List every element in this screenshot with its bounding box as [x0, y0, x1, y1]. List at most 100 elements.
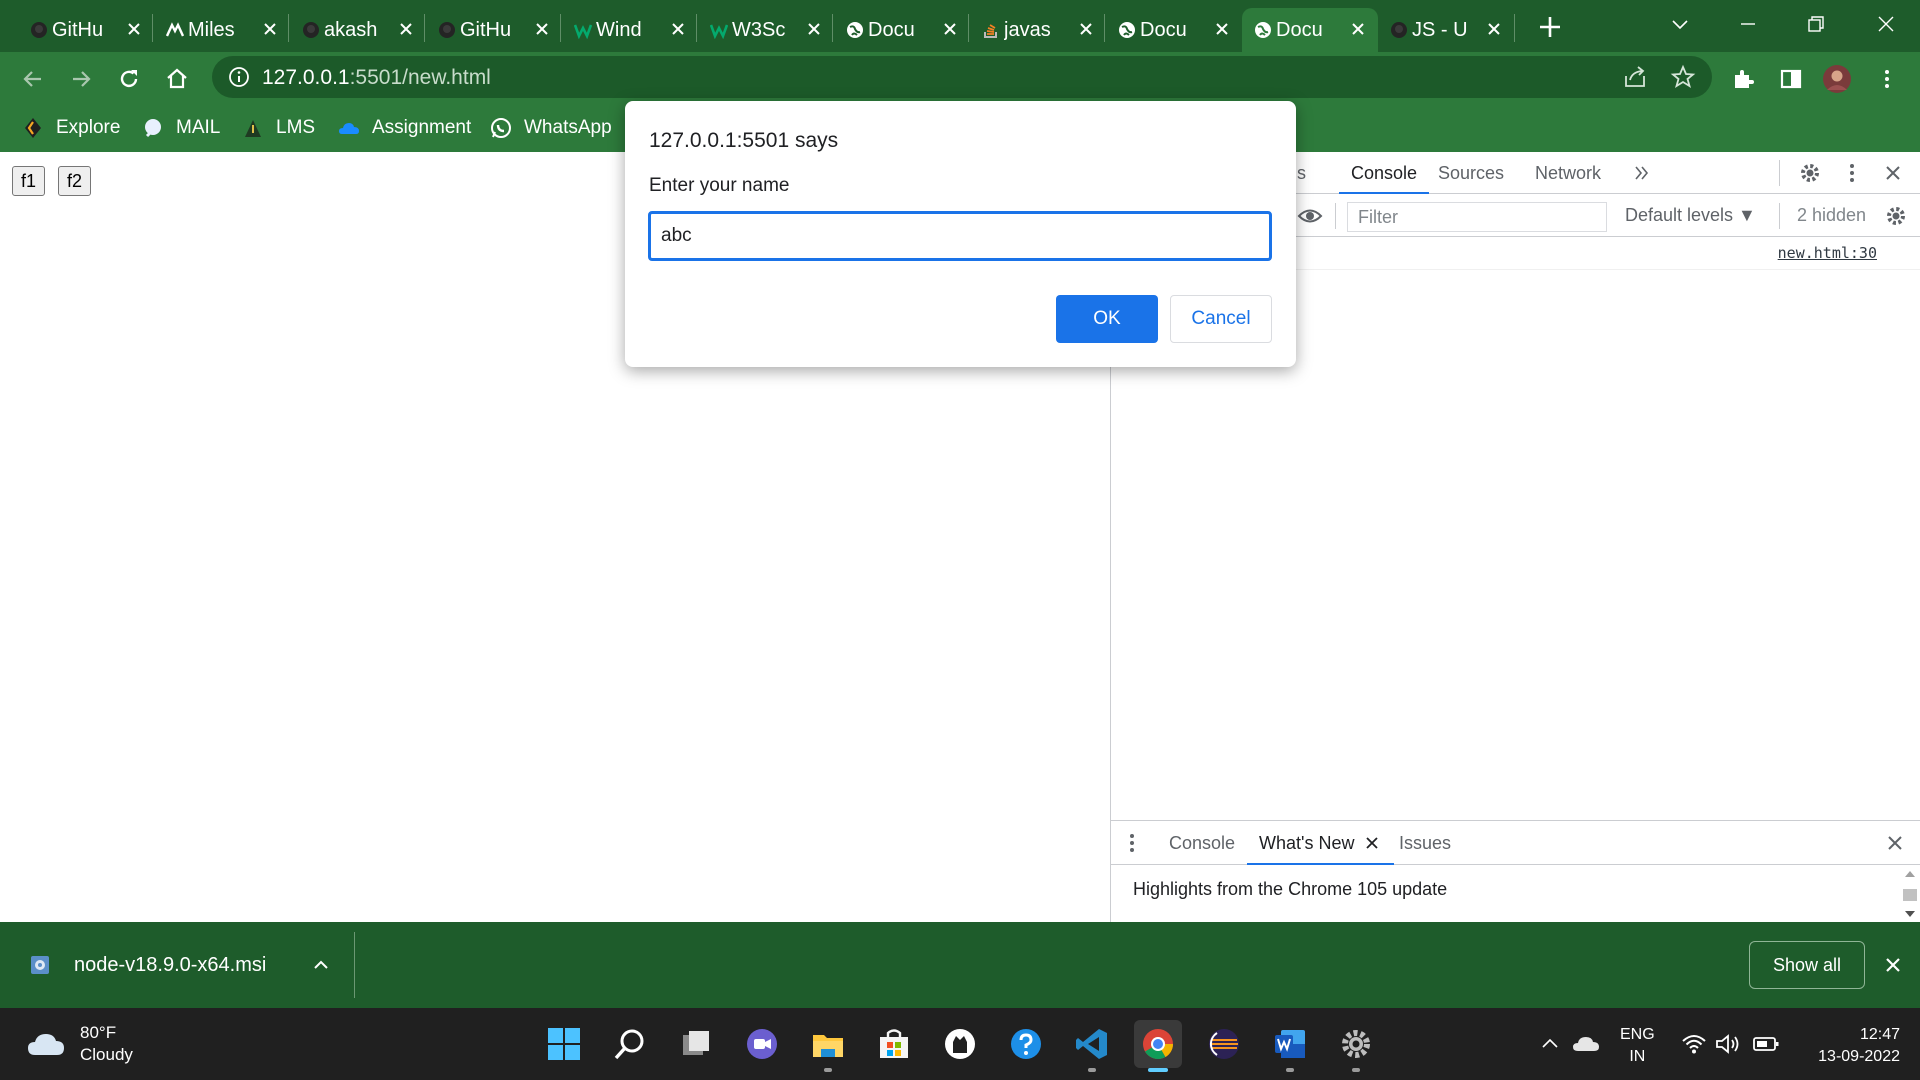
download-item[interactable]: node-v18.9.0-x64.msi	[28, 944, 358, 986]
browser-tab[interactable]: GitHu	[426, 8, 562, 52]
share-icon[interactable]	[1622, 64, 1648, 90]
taskbar-search-button[interactable]	[606, 1020, 654, 1068]
close-drawer-tab-icon[interactable]	[1365, 836, 1379, 850]
browser-tab[interactable]: Miles	[154, 8, 290, 52]
devtools-tab-elements[interactable]: s	[1297, 152, 1306, 194]
console-filter-input[interactable]: Filter	[1347, 202, 1607, 232]
devtools-tab-console[interactable]: Console	[1339, 152, 1430, 194]
profile-button[interactable]	[1820, 62, 1854, 96]
microsoft-store-button[interactable]	[870, 1020, 918, 1068]
close-tab-icon[interactable]	[668, 19, 688, 39]
drawer-tab-console[interactable]: Console	[1169, 821, 1235, 865]
drawer-scrollbar[interactable]	[1899, 865, 1920, 923]
f1-button[interactable]: f1	[12, 166, 46, 196]
close-tab-icon[interactable]	[532, 19, 552, 39]
start-button[interactable]	[540, 1020, 588, 1068]
settings-button[interactable]	[1332, 1020, 1380, 1072]
close-tab-icon[interactable]	[804, 19, 824, 39]
github-desktop-button[interactable]	[936, 1020, 984, 1068]
browser-tab[interactable]: javas	[970, 8, 1106, 52]
get-help-button[interactable]	[1002, 1020, 1050, 1068]
close-tab-icon[interactable]	[1484, 19, 1504, 39]
task-view-button[interactable]	[672, 1020, 720, 1068]
tab-separator	[424, 14, 425, 42]
new-tab-plus-icon[interactable]	[1535, 12, 1565, 42]
browser-tab-active[interactable]: Docu	[1242, 8, 1378, 52]
settings-gear-icon[interactable]	[1799, 162, 1821, 184]
tab-title: GitHu	[460, 18, 512, 41]
close-drawer-icon[interactable]	[1885, 833, 1905, 853]
battery-button[interactable]	[1752, 1030, 1780, 1058]
close-tab-icon[interactable]	[124, 19, 144, 39]
info-icon[interactable]	[228, 66, 250, 88]
eclipse-button[interactable]	[1200, 1020, 1248, 1068]
show-hidden-icons-button[interactable]	[1536, 1030, 1564, 1058]
close-tab-icon[interactable]	[1212, 19, 1232, 39]
eye-icon[interactable]	[1297, 205, 1323, 227]
log-levels-dropdown[interactable]: Default levels ▼	[1625, 205, 1756, 226]
settings-icon	[1342, 1030, 1370, 1058]
bookmark-mail[interactable]: MAIL	[142, 114, 220, 142]
drawer-menu-icon[interactable]	[1125, 833, 1139, 853]
console-settings-gear-icon[interactable]	[1885, 205, 1907, 227]
word-button[interactable]	[1266, 1020, 1314, 1072]
show-all-downloads-button[interactable]: Show all	[1749, 941, 1865, 989]
minimize-button[interactable]	[1728, 8, 1768, 40]
close-window-button[interactable]	[1866, 8, 1906, 40]
browser-tab[interactable]: W3Sc	[698, 8, 834, 52]
volume-button[interactable]	[1714, 1030, 1742, 1058]
close-tab-icon[interactable]	[940, 19, 960, 39]
w3schools-icon	[574, 24, 592, 39]
browser-tab[interactable]: GitHu	[18, 8, 154, 52]
clock[interactable]: 12:47 13-09-2022	[1800, 1024, 1900, 1068]
teams-chat-button[interactable]	[738, 1020, 786, 1068]
globe-icon	[1119, 22, 1135, 38]
browser-tab[interactable]: Docu	[1106, 8, 1242, 52]
more-tabs-chevron-icon[interactable]	[1633, 164, 1651, 182]
devtools-tab-network[interactable]: Network	[1535, 152, 1601, 194]
chevron-up-icon[interactable]	[312, 956, 330, 974]
kebab-menu-icon[interactable]	[1841, 162, 1863, 184]
bookmark-label: MAIL	[176, 117, 221, 138]
browser-tab[interactable]: Wind	[562, 8, 698, 52]
bookmark-lms[interactable]: LMS	[242, 114, 315, 142]
onedrive-tray-button[interactable]	[1572, 1030, 1600, 1058]
tab-search-button[interactable]	[1660, 8, 1700, 40]
close-downloads-icon[interactable]	[1880, 952, 1906, 978]
bookmark-assignment[interactable]: Assignment	[338, 114, 471, 142]
weather-widget[interactable]: 80°F Cloudy	[26, 1022, 133, 1066]
close-devtools-icon[interactable]	[1883, 163, 1903, 183]
close-tab-icon[interactable]	[1076, 19, 1096, 39]
prompt-input[interactable]	[648, 211, 1272, 261]
back-button[interactable]	[16, 62, 50, 96]
devtools-tab-sources[interactable]: Sources	[1438, 152, 1504, 194]
network-button[interactable]	[1680, 1030, 1708, 1058]
bookmark-star-icon[interactable]	[1670, 64, 1696, 90]
cancel-button[interactable]: Cancel	[1170, 295, 1272, 343]
side-panel-button[interactable]	[1774, 62, 1808, 96]
input-language-indicator[interactable]: ENG IN	[1620, 1024, 1655, 1068]
browser-tab[interactable]: akash	[290, 8, 426, 52]
browser-tab[interactable]: Docu	[834, 8, 970, 52]
close-tab-icon[interactable]	[1348, 19, 1368, 39]
miles-icon	[166, 22, 184, 37]
address-bar[interactable]: 127.0.0.1:5501/new.html	[212, 56, 1712, 98]
browser-menu-button[interactable]	[1870, 62, 1904, 96]
ok-button[interactable]: OK	[1056, 295, 1158, 343]
chrome-button[interactable]	[1134, 1020, 1182, 1072]
forward-button[interactable]	[64, 62, 98, 96]
vscode-button[interactable]	[1068, 1020, 1116, 1072]
source-location-link[interactable]: new.html:30	[1778, 244, 1877, 262]
browser-tab[interactable]: JS - U	[1378, 8, 1514, 52]
reload-button[interactable]	[112, 62, 146, 96]
home-button[interactable]	[160, 62, 194, 96]
close-tab-icon[interactable]	[396, 19, 416, 39]
f2-button[interactable]: f2	[58, 166, 92, 196]
bookmark-whatsapp[interactable]: WhatsApp	[490, 114, 612, 142]
extensions-button[interactable]	[1726, 62, 1760, 96]
file-explorer-button[interactable]	[804, 1020, 852, 1072]
bookmark-explore[interactable]: Explore	[22, 114, 120, 142]
restore-button[interactable]	[1796, 8, 1836, 40]
drawer-tab-issues[interactable]: Issues	[1399, 821, 1451, 865]
close-tab-icon[interactable]	[260, 19, 280, 39]
